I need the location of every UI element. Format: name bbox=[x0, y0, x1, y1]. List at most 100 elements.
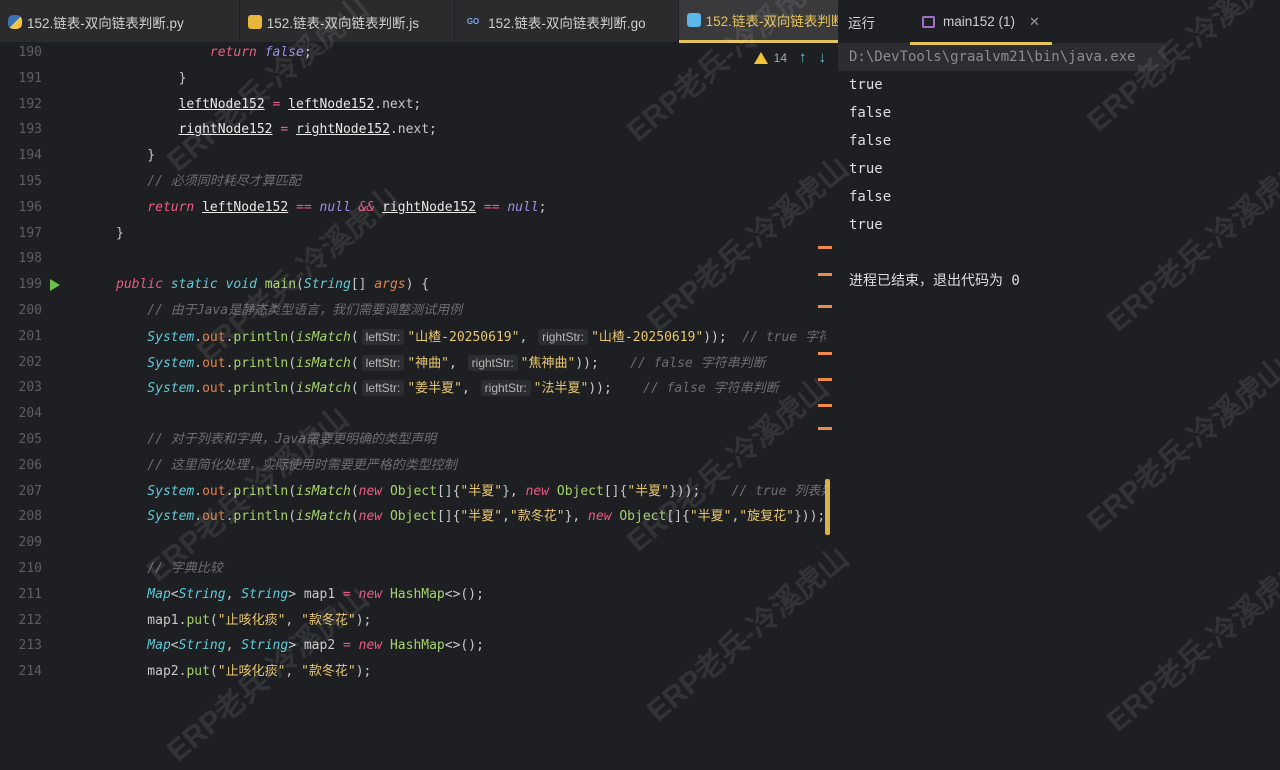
code-line[interactable]: 200 // 由于Java是静态类型语言，我们需要调整测试用例 bbox=[0, 298, 838, 324]
code-line[interactable]: 191} bbox=[0, 66, 838, 92]
code-token: , bbox=[449, 355, 465, 371]
code-token: leftNode152 bbox=[202, 199, 289, 215]
code-token: } bbox=[116, 225, 124, 241]
code-token: return bbox=[209, 45, 257, 60]
error-stripe-marker[interactable] bbox=[818, 404, 832, 407]
code-line[interactable]: 195 // 必须同时耗尽才算匹配 bbox=[0, 169, 838, 195]
code-token: "山楂-20250619" bbox=[591, 329, 704, 345]
line-number: 193 bbox=[18, 122, 42, 138]
parameter-hint: leftStr: bbox=[361, 328, 405, 345]
code-token: String bbox=[178, 638, 226, 654]
code-token: "止咳化痰" bbox=[217, 612, 286, 628]
code-text: Map<String, String> map2 = new HashMap<>… bbox=[53, 633, 826, 659]
line-number: 198 bbox=[18, 251, 42, 267]
code-line[interactable]: 201 System.out.println(isMatch(leftStr: "山… bbox=[0, 324, 838, 350]
code-token: static bbox=[170, 277, 218, 293]
code-line[interactable]: 204 bbox=[0, 401, 838, 427]
code-token: []{ bbox=[436, 483, 461, 499]
tab-js[interactable]: 152.链表-双向链表判断.js bbox=[240, 0, 456, 43]
parameter-hint: rightStr: bbox=[480, 380, 531, 397]
close-icon[interactable]: ✕ bbox=[1029, 14, 1040, 30]
error-stripe-marker[interactable] bbox=[818, 246, 832, 249]
code-token: ( bbox=[288, 483, 297, 499]
python-icon bbox=[8, 14, 22, 29]
code-token: ( bbox=[288, 329, 297, 345]
line-number: 196 bbox=[18, 199, 42, 215]
code-text: leftNode152 = leftNode152.next; bbox=[53, 92, 826, 118]
run-tab-label: main152 (1) bbox=[943, 14, 1016, 29]
console-line: false bbox=[849, 189, 892, 205]
code-token: == bbox=[296, 199, 312, 215]
code-text: System.out.println(isMatch(new Object[]{… bbox=[53, 504, 826, 530]
code-line[interactable]: 208 System.out.println(isMatch(new Object… bbox=[0, 504, 838, 530]
exit-message: 进程已结束，退出代码为 0 bbox=[849, 273, 1020, 289]
code-token: main bbox=[264, 277, 297, 293]
code-line[interactable]: 212 map1.put("止咳化痰", "款冬花"); bbox=[0, 608, 838, 634]
code-text: // 由于Java是静态类型语言，我们需要调整测试用例 bbox=[53, 298, 826, 324]
code-token: "半夏" bbox=[460, 483, 503, 499]
code-token: ( bbox=[350, 483, 359, 499]
code-line[interactable]: 207 System.out.println(isMatch(new Object… bbox=[0, 479, 838, 505]
code-token: isMatch bbox=[296, 329, 351, 345]
code-token: String bbox=[241, 586, 289, 602]
code-line[interactable]: 196 return leftNode152 == null && rightNo… bbox=[0, 195, 838, 221]
code-token: Object bbox=[389, 483, 437, 499]
code-line[interactable]: 203 System.out.println(isMatch(leftStr: "姜… bbox=[0, 375, 838, 401]
run-tab-main152[interactable]: main152 (1) ✕ bbox=[910, 2, 1052, 45]
code-text: // 对于列表和字典，Java需要更明确的类型声明 bbox=[53, 427, 826, 453]
code-line[interactable]: 210 // 字典比较 bbox=[0, 556, 838, 582]
code-token: = bbox=[343, 638, 351, 654]
error-stripe-marker[interactable] bbox=[818, 352, 832, 355]
code-token: println bbox=[233, 355, 289, 371]
code-line[interactable]: 193 rightNode152 = rightNode152.next; bbox=[0, 117, 838, 143]
code-token: println bbox=[233, 381, 289, 397]
code-line[interactable]: 194} bbox=[0, 143, 838, 169]
code-token: ( bbox=[209, 612, 218, 628]
code-token: "款冬花" bbox=[301, 612, 356, 628]
line-number: 192 bbox=[18, 96, 42, 112]
code-token: println bbox=[233, 509, 289, 525]
error-stripe-marker[interactable] bbox=[818, 305, 832, 308]
code-token: String bbox=[241, 638, 289, 654]
parameter-hint: rightStr: bbox=[538, 328, 589, 345]
code-line[interactable]: 214 map2.put("止咳化痰", "款冬花"); bbox=[0, 659, 838, 679]
tab-go[interactable]: GO 152.链表-双向链表判断.go bbox=[455, 0, 679, 43]
code-token: new bbox=[358, 483, 383, 499]
code-line[interactable]: 192 leftNode152 = leftNode152.next; bbox=[0, 92, 838, 118]
code-token: out bbox=[202, 509, 226, 525]
code-line[interactable]: 190 return false; bbox=[0, 43, 838, 66]
code-text: System.out.println(isMatch(leftStr: "姜半夏"… bbox=[53, 375, 826, 402]
code-token: )); bbox=[588, 381, 644, 397]
code-token: < bbox=[170, 638, 179, 654]
line-number: 203 bbox=[18, 380, 42, 396]
code-text: System.out.println(isMatch(new Object[]{… bbox=[53, 479, 826, 505]
line-number: 202 bbox=[18, 354, 42, 370]
console-output[interactable]: D:\DevTools\graalvm21\bin\java.exe ... t… bbox=[838, 43, 1280, 295]
code-line[interactable]: 199 public static void main(String[] args… bbox=[0, 272, 838, 298]
code-line[interactable]: 213 Map<String, String> map2 = new HashMa… bbox=[0, 633, 838, 659]
code-line[interactable]: 202 System.out.println(isMatch(leftStr: "神… bbox=[0, 350, 838, 376]
tab-label: 152.链表-双向链表判断.js bbox=[266, 15, 420, 31]
editor-tabs: 152.链表-双向链表判断.py 152.链表-双向链表判断.js GO 152.链表… bbox=[0, 0, 921, 43]
scrollbar-thumb[interactable] bbox=[825, 479, 830, 535]
code-line[interactable]: 197} bbox=[0, 221, 838, 247]
error-stripe-marker[interactable] bbox=[818, 427, 832, 430]
code-token: isMatch bbox=[296, 483, 351, 499]
code-line[interactable]: 206 // 这里简化处理，实际使用时需要更严格的类型控制 bbox=[0, 453, 838, 479]
code-token: == bbox=[483, 199, 500, 215]
code-token: )); bbox=[575, 355, 631, 371]
code-line[interactable]: 209 bbox=[0, 530, 838, 556]
error-stripe-marker[interactable] bbox=[818, 378, 832, 381]
code-token: )); bbox=[703, 329, 743, 345]
code-token: []{ bbox=[436, 509, 461, 525]
error-stripe-marker[interactable] bbox=[818, 273, 832, 276]
code-line[interactable]: 211 Map<String, String> map1 = new HashMa… bbox=[0, 582, 838, 608]
code-editor[interactable]: 14 ↑ ↓ 190 return false; 191} 192 leftNode15… bbox=[0, 43, 838, 679]
tab-python[interactable]: 152.链表-双向链表判断.py bbox=[0, 0, 240, 43]
code-text: map1.put("止咳化痰", "款冬花"); bbox=[53, 608, 826, 634]
code-token: // 对于列表和字典，Java需要更明确的类型声明 bbox=[147, 432, 437, 447]
code-line[interactable]: 198 bbox=[0, 246, 838, 272]
code-line[interactable]: 205 // 对于列表和字典，Java需要更明确的类型声明 bbox=[0, 427, 838, 453]
